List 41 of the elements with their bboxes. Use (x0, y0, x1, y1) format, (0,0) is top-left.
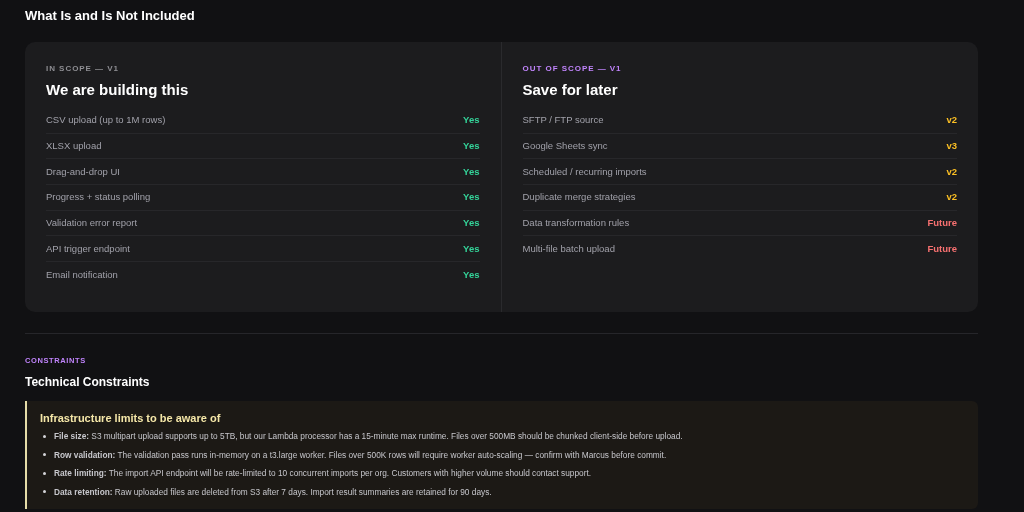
status-label: v3 (946, 138, 957, 153)
bullet-icon (43, 453, 46, 457)
status-label: v2 (946, 190, 957, 205)
status-label: Yes (463, 164, 480, 179)
scope-item-label: Duplicate merge strategies (522, 190, 636, 205)
section-title: Technical Constraints (25, 374, 151, 390)
constraint-text: Rate limiting: The import API endpoint will be rate-limited to 10 concurrent imports per org. Customers with higher volume should contact support. (54, 467, 592, 480)
bullet-icon (43, 490, 46, 494)
column-eyebrow: IN SCOPE — V1 (46, 64, 120, 74)
bullet-icon (43, 434, 46, 438)
scope-item-label: XLSX upload (46, 138, 102, 153)
column-heading: We are building this (46, 81, 190, 99)
column-heading: Save for later (522, 81, 619, 99)
scope-item-label: API trigger endpoint (46, 241, 130, 256)
scope-item-label: Data transformation rules (522, 215, 630, 230)
status-label: v2 (946, 164, 957, 179)
scope-item-label: SFTP / FTP source (522, 113, 604, 128)
callout-title: Infrastructure limits to be aware of (40, 411, 222, 425)
status-label: Yes (463, 241, 480, 256)
status-label: v2 (946, 113, 957, 128)
status-label: Future (927, 242, 957, 257)
status-label: Yes (463, 215, 480, 230)
scope-item-label: Progress + status polling (46, 190, 151, 205)
constraint-text: Row validation: The validation pass runs in-memory on a t3.large worker. Files over 500K rows will require worker auto-scaling — confirm with Marcus before commit. (54, 448, 667, 462)
status-label: Future (927, 215, 957, 230)
scope-item-label: Scheduled / recurring imports (522, 164, 647, 179)
section-title: What Is and Is Not Included (25, 8, 196, 24)
column-eyebrow: OUT OF SCOPE — V1 (522, 64, 623, 74)
scope-item-label: CSV upload (up to 1M rows) (46, 113, 166, 128)
scope-item-label: Email notification (46, 267, 118, 282)
scope-item-label: Drag-and-drop UI (46, 164, 120, 179)
constraint-text: File size: S3 multipart upload supports up to 5TB, but our Lambda processor has a 15-minute max runtime. Files over 500MB should be chunked client-side before upload. (54, 430, 683, 443)
scope-item-label: Google Sheets sync (522, 138, 608, 153)
status-label: Yes (463, 267, 480, 282)
bullet-icon (43, 471, 46, 475)
status-label: Yes (463, 138, 480, 153)
status-label: Yes (463, 190, 480, 205)
status-label: Yes (463, 113, 480, 128)
constraint-text: Data retention: Raw uploaded files are deleted from S3 after 7 days. Import result summaries are retained for 90 days. (54, 485, 492, 499)
scope-item-label: Validation error report (46, 215, 138, 230)
scope-item-label: Multi-file batch upload (522, 242, 615, 257)
